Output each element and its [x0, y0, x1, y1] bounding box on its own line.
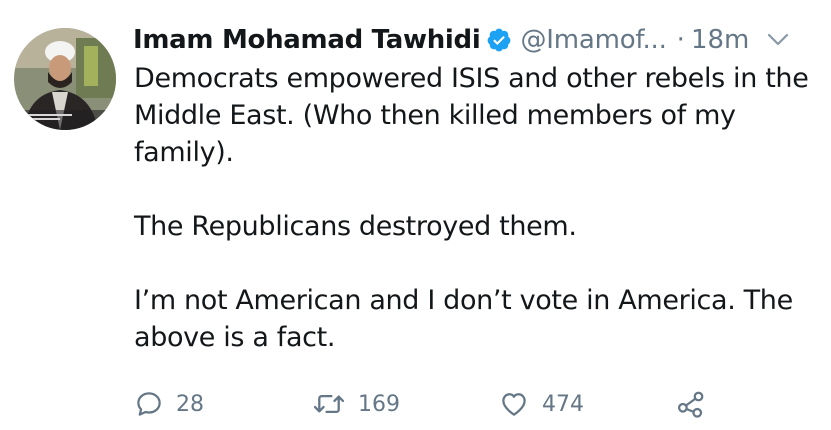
heart-icon: [502, 393, 526, 416]
author-display-name[interactable]: Imam Mohamad Tawhidi: [133, 25, 481, 55]
tweet-paragraph: The Republicans destroyed them.: [134, 211, 577, 242]
avatar[interactable]: [14, 28, 116, 130]
tweet-paragraph: Democrats empowered ISIS and other rebel…: [134, 63, 809, 168]
reply-count: 28: [176, 391, 204, 417]
author-handle[interactable]: @Imamof...: [520, 25, 666, 55]
retweet-button[interactable]: 169: [312, 384, 400, 424]
tweet-timestamp[interactable]: 18m: [691, 25, 749, 55]
tweet-header: Imam Mohamad Tawhidi @Imamof... · 18m: [133, 18, 819, 62]
share-icon: [678, 391, 704, 418]
time-separator: ·: [676, 25, 685, 55]
verified-badge-icon: [488, 28, 511, 52]
tweet-text: Democrats empowered ISIS and other rebel…: [134, 60, 818, 356]
retweet-icon: [313, 394, 345, 414]
like-button[interactable]: 474: [498, 384, 584, 424]
tweet-paragraph: I’m not American and I don’t vote in Ame…: [134, 285, 793, 353]
reply-button[interactable]: 28: [134, 384, 204, 424]
reply-icon: [137, 392, 161, 416]
tweet-actions: 28 169 474: [134, 384, 734, 424]
like-count: 474: [542, 391, 584, 417]
avatar-photo: [14, 28, 116, 130]
retweet-count: 169: [358, 391, 400, 417]
share-button[interactable]: [676, 384, 706, 424]
chevron-down-icon[interactable]: [767, 33, 789, 47]
